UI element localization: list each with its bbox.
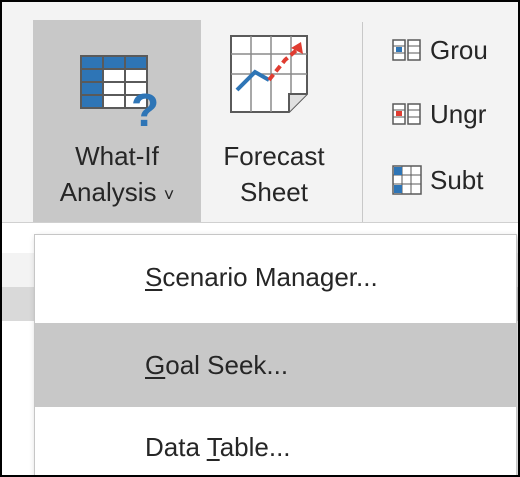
menu-item-data-table[interactable]: Data Table... (35, 405, 516, 475)
excel-window-crop: ? What-If Analysis ˅ Forecast Sheet Grou… (0, 0, 520, 477)
ungroup-icon (392, 103, 421, 125)
group-label: Grou (430, 34, 488, 65)
forecast-chart-icon (230, 35, 308, 113)
chevron-down-icon: ˅ (163, 185, 175, 205)
forecast-sheet-label: Forecast Sheet (223, 141, 325, 207)
subtotal-icon (392, 165, 422, 195)
group-button[interactable]: Grou (392, 30, 488, 70)
svg-text:?: ? (131, 84, 159, 130)
ungroup-label: Ungr (430, 98, 487, 129)
data-ribbon: ? What-If Analysis ˅ Forecast Sheet Grou… (2, 2, 518, 222)
group-icon (392, 39, 421, 61)
what-if-table-icon: ? (80, 55, 159, 130)
menu-item-scenario-manager[interactable]: Scenario Manager... (35, 235, 516, 319)
what-if-analysis-label: What-If Analysis ˅ (59, 141, 175, 207)
what-if-analysis-button[interactable]: ? What-If Analysis ˅ (33, 20, 201, 222)
menu-item-goal-seek[interactable]: Goal Seek... (35, 323, 516, 407)
subtotal-label: Subt (430, 164, 484, 195)
ungroup-button[interactable]: Ungr (392, 94, 486, 134)
what-if-dropdown-menu: Scenario Manager... Goal Seek... Data Ta… (34, 234, 517, 475)
subtotal-button[interactable]: Subt (392, 160, 484, 200)
group-separator (362, 22, 363, 222)
